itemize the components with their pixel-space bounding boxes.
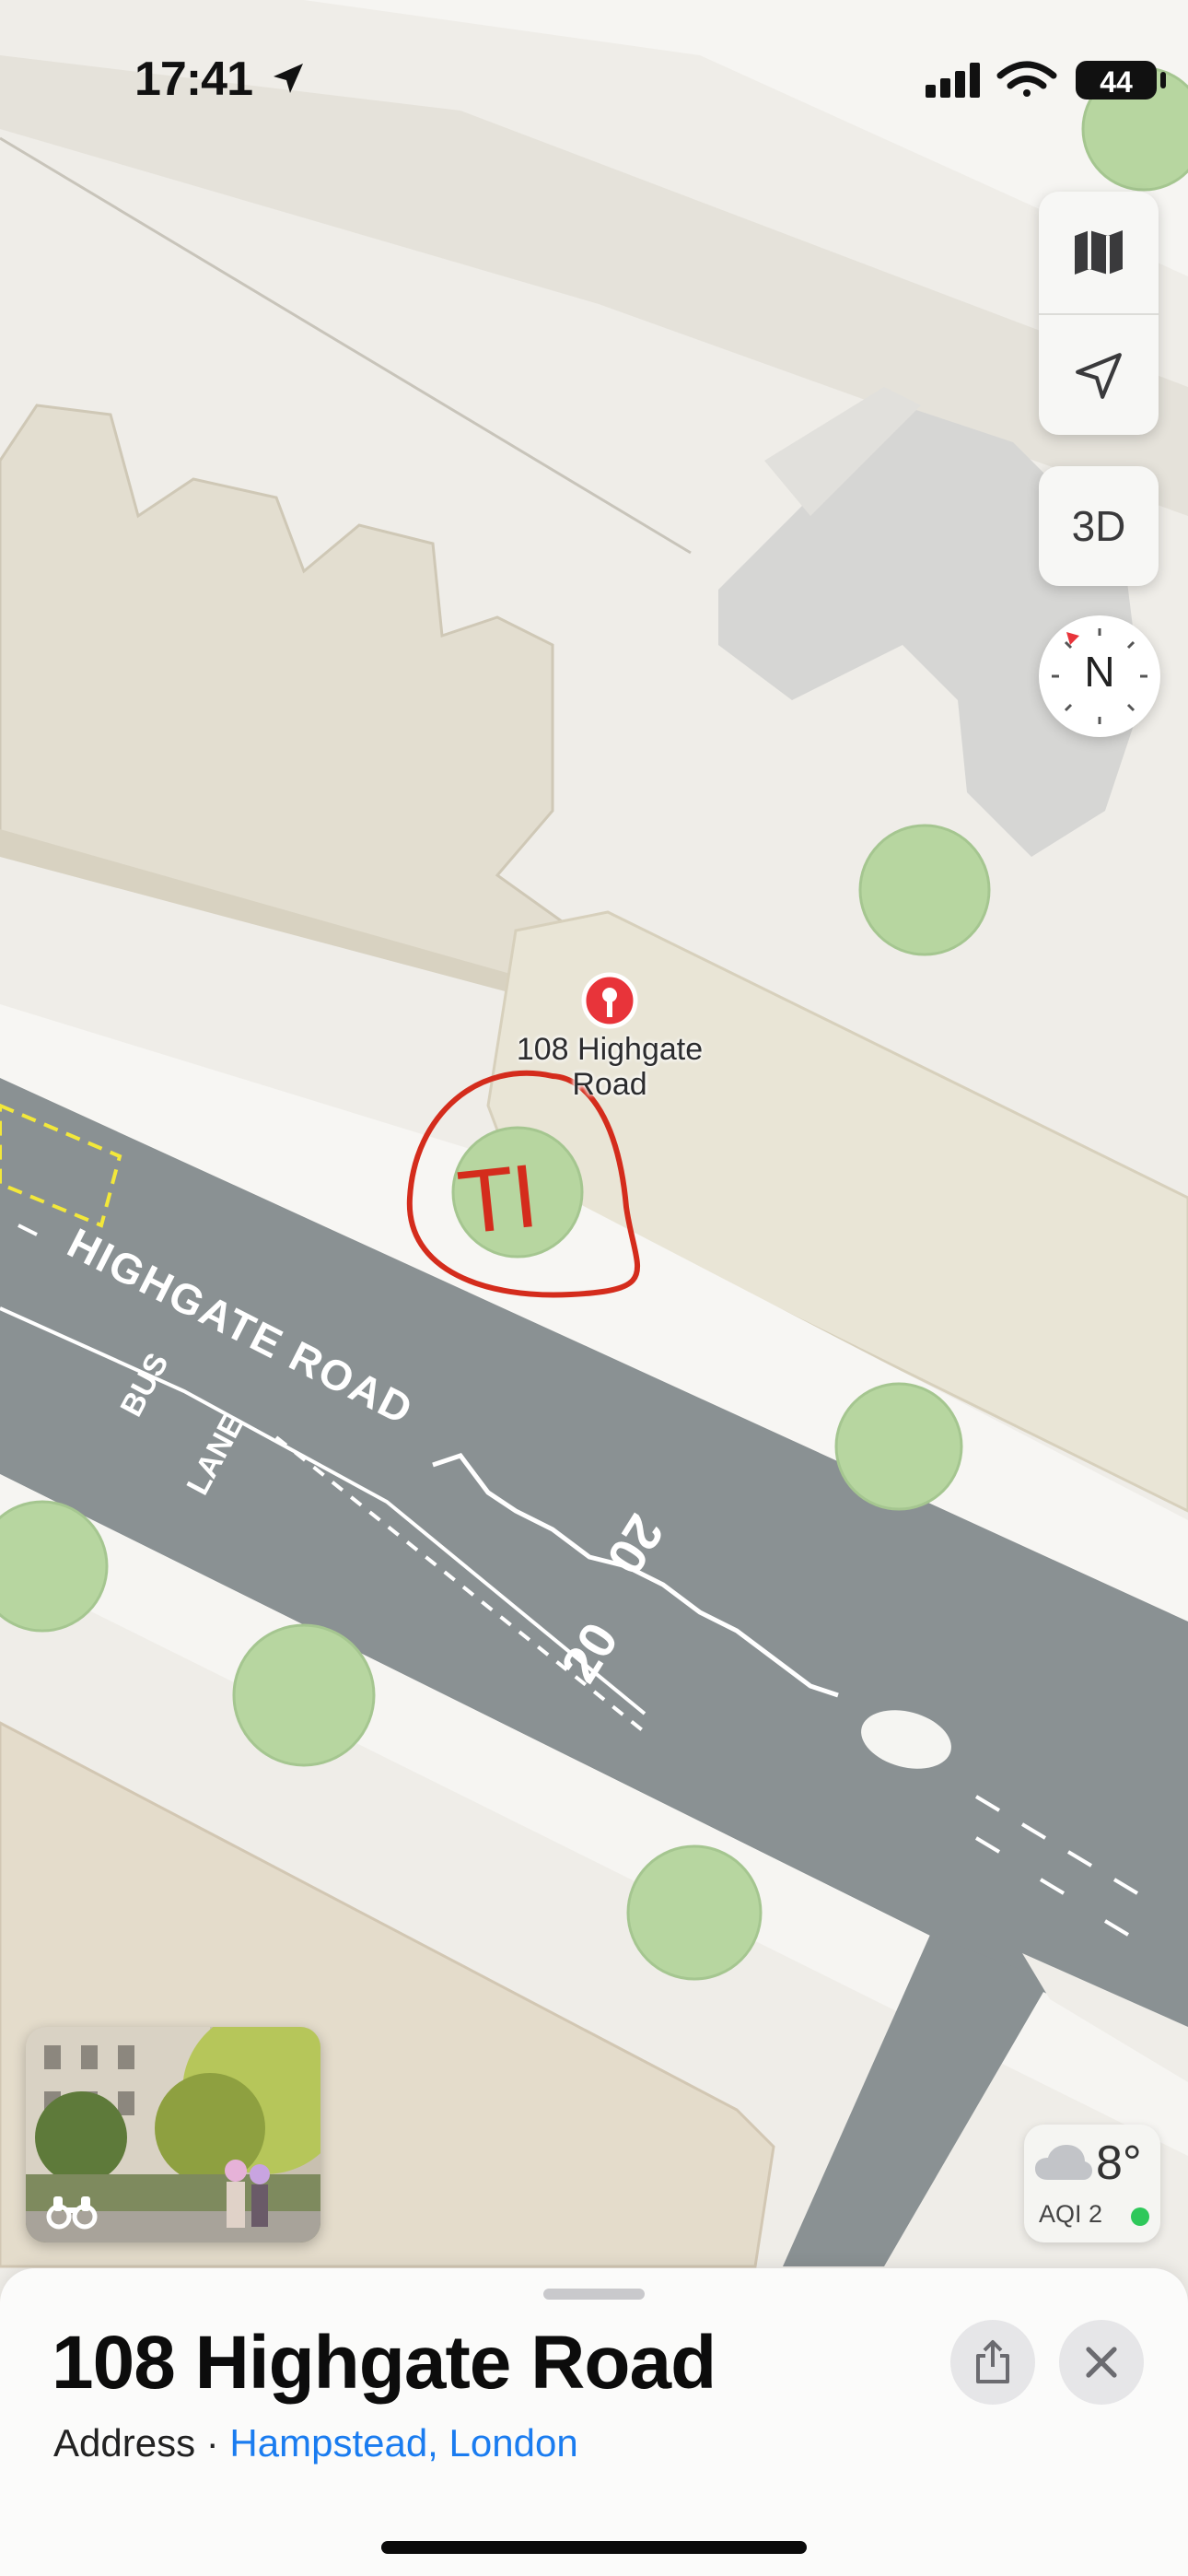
compass-button[interactable]: N (1039, 615, 1160, 737)
location-arrow-icon (1076, 353, 1122, 399)
status-icons: 44 (926, 61, 1166, 100)
map-icon (1075, 230, 1123, 275)
close-button[interactable] (1059, 2320, 1144, 2405)
battery-icon: 44 (1076, 61, 1166, 100)
cellular-signal-icon (926, 63, 980, 98)
home-indicator[interactable] (381, 2541, 807, 2554)
aqi-status-dot (1131, 2207, 1149, 2226)
tree (858, 824, 991, 956)
location-services-icon (274, 64, 304, 93)
place-card-sheet[interactable]: 108 Highgate Road Address · Hampstead, L… (0, 2268, 1188, 2576)
area-link[interactable]: Hampstead, London (229, 2421, 577, 2465)
place-subtitle: Address · Hampstead, London (53, 2421, 578, 2465)
place-type: Address (53, 2421, 196, 2465)
current-location-button[interactable] (1039, 315, 1159, 437)
cloud-icon (1035, 2145, 1092, 2180)
share-icon (976, 2340, 1009, 2383)
svg-text:44: 44 (1100, 65, 1133, 99)
location-pin-icon (581, 972, 638, 1029)
pin-label[interactable]: 108 Highgate Road (488, 1032, 731, 1102)
place-title: 108 Highgate Road (52, 2321, 716, 2405)
tree (834, 1382, 963, 1511)
map-mode-button[interactable] (1039, 192, 1159, 313)
status-time: 17:41 (134, 52, 307, 107)
weather-widget[interactable]: 8° AQI 2 (1024, 2125, 1160, 2242)
annotation-text: TI (455, 1148, 542, 1254)
tree (232, 1623, 376, 1767)
binoculars-icon (46, 2196, 98, 2230)
look-around-thumbnail[interactable] (26, 2027, 320, 2242)
map-controls (1039, 192, 1159, 435)
share-button[interactable] (950, 2320, 1035, 2405)
separator: · (195, 2421, 230, 2465)
tree (626, 1844, 763, 1981)
aqi-label: AQI 2 (1039, 2200, 1103, 2228)
wifi-icon (996, 61, 1057, 97)
sheet-grabber[interactable] (543, 2289, 645, 2300)
close-icon (1086, 2347, 1117, 2378)
temperature: 8° (1096, 2137, 1142, 2190)
3d-button[interactable]: 3D (1039, 466, 1159, 586)
